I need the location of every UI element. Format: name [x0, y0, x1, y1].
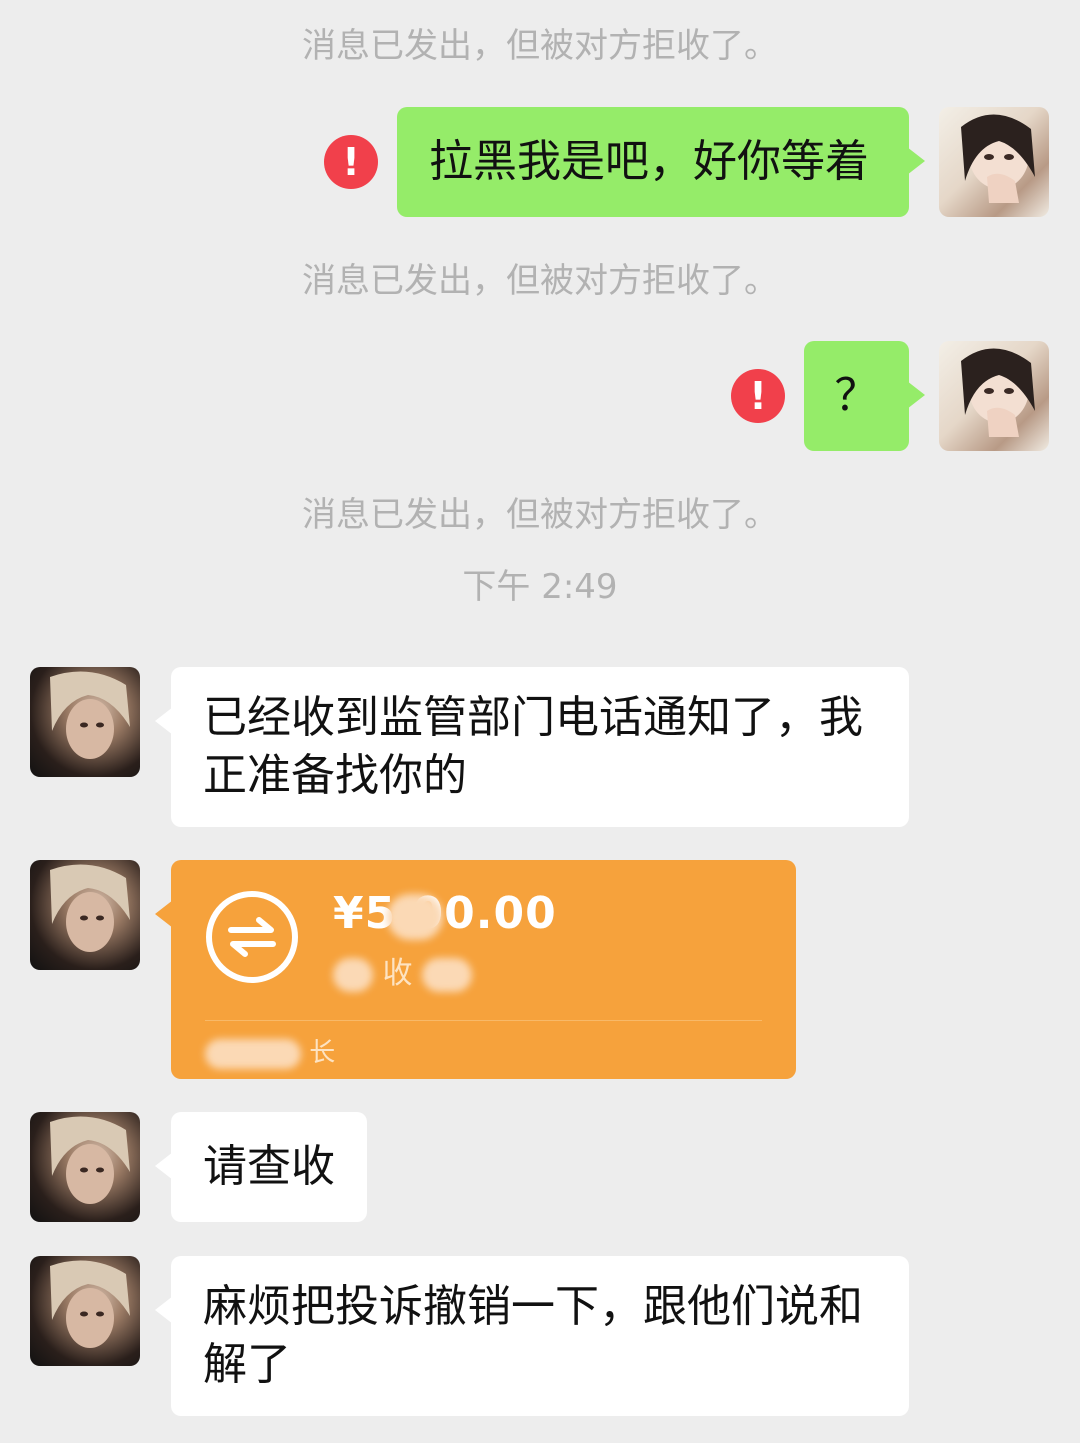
sent-message-bubble[interactable]: 拉黑我是吧，好你等着: [397, 107, 925, 217]
contact-avatar[interactable]: [30, 1112, 140, 1222]
transfer-status-text: 收: [382, 956, 413, 991]
send-failed-icon[interactable]: !: [324, 135, 378, 189]
sent-message-bubble[interactable]: ？: [804, 341, 925, 451]
avatar-photo-icon: [50, 864, 130, 952]
received-message-bubble[interactable]: 已经收到监管部门电话通知了，我正准备找你的: [155, 667, 909, 827]
transfer-amount: ¥5 00.00: [333, 888, 557, 939]
transfer-label-text: 长: [309, 1038, 336, 1068]
transfer-arrows-icon: [205, 890, 299, 984]
redaction-blur: [205, 1038, 301, 1069]
avatar-photo-icon: [961, 114, 1035, 203]
system-notice-rejected: 消息已发出，但被对方拒收了。: [302, 261, 778, 301]
send-failed-icon[interactable]: !: [731, 369, 785, 423]
redaction-blur: [387, 894, 443, 940]
my-avatar[interactable]: [939, 107, 1049, 217]
chat-timestamp: 下午 2:49: [462, 567, 618, 607]
received-message-text: 请查收: [203, 1141, 335, 1192]
contact-avatar[interactable]: [30, 667, 140, 777]
system-notice-rejected: 消息已发出，但被对方拒收了。: [302, 495, 778, 535]
sent-message-text: 拉黑我是吧，好你等着: [429, 136, 869, 187]
transfer-label: 长: [205, 1032, 335, 1069]
avatar-photo-icon: [50, 1260, 130, 1348]
system-notice-rejected: 消息已发出，但被对方拒收了。: [302, 26, 778, 66]
received-message-bubble[interactable]: 麻烦把投诉撤销一下，跟他们说和解了: [155, 1256, 909, 1416]
contact-avatar[interactable]: [30, 1256, 140, 1366]
money-transfer-card[interactable]: ¥5 00.00 收 长: [155, 860, 796, 1079]
avatar-photo-icon: [50, 1116, 130, 1204]
redaction-blur: [333, 957, 373, 992]
received-message-text: 麻烦把投诉撤销一下，跟他们说和解了: [203, 1281, 863, 1390]
sent-message-text: ？: [834, 370, 879, 421]
contact-avatar[interactable]: [30, 860, 140, 970]
avatar-photo-icon: [50, 671, 130, 759]
received-message-bubble[interactable]: 请查收: [155, 1112, 367, 1222]
avatar-photo-icon: [961, 348, 1035, 437]
my-avatar[interactable]: [939, 341, 1049, 451]
transfer-status: 收: [333, 948, 473, 992]
card-divider: [205, 1020, 762, 1021]
received-message-text: 已经收到监管部门电话通知了，我正准备找你的: [203, 692, 863, 801]
redaction-blur: [422, 957, 473, 992]
